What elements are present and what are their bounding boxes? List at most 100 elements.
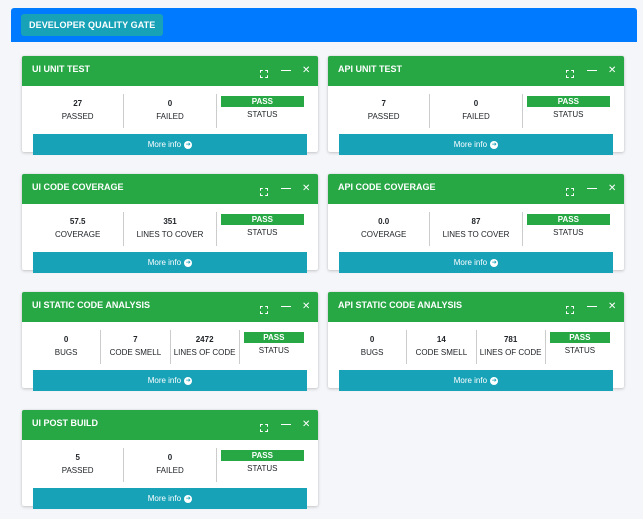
minus-icon[interactable]: — <box>587 300 597 314</box>
card-header: API UNIT TEST — ✕ <box>328 56 624 86</box>
stat-cell: 87 LINES TO COVER <box>430 212 523 246</box>
expand-icon[interactable] <box>566 185 574 193</box>
card-title: UI CODE COVERAGE <box>32 182 124 192</box>
card-title: API UNIT TEST <box>338 64 403 74</box>
stat-value: 351 <box>163 217 177 226</box>
stat-label: FAILED <box>462 112 490 121</box>
card-header: UI STATIC CODE ANALYSIS — ✕ <box>22 292 318 322</box>
expand-icon[interactable] <box>260 185 268 193</box>
more-info-button[interactable]: More info ➜ <box>33 488 307 509</box>
status-label: STATUS <box>247 464 278 473</box>
status-cell: PASS STATUS <box>523 212 614 246</box>
metric-card: UI STATIC CODE ANALYSIS — ✕ 0 BUGS 7 COD… <box>22 292 318 391</box>
status-badge: PASS <box>526 214 610 225</box>
stat-label: PASSED <box>61 112 94 121</box>
stat-value: 5 <box>75 453 80 462</box>
close-icon[interactable]: ✕ <box>302 300 310 314</box>
close-icon[interactable]: ✕ <box>608 64 616 78</box>
metric-card: API CODE COVERAGE — ✕ 0.0 COVERAGE 87 LI… <box>328 174 624 273</box>
status-cell: PASS STATUS <box>217 94 308 128</box>
minus-icon[interactable]: — <box>281 300 291 314</box>
stats-row: 57.5 COVERAGE 351 LINES TO COVER PASS ST… <box>32 212 308 246</box>
stat-value: 57.5 <box>69 217 86 226</box>
card-body: 5 PASSED 0 FAILED PASS STATUS More info … <box>22 440 318 509</box>
status-badge: PASS <box>220 450 304 461</box>
stat-value: 781 <box>503 335 518 344</box>
expand-icon[interactable] <box>566 67 574 75</box>
stat-label: FAILED <box>156 112 184 121</box>
stat-label: CODE SMELL <box>109 348 162 357</box>
card-tools: — ✕ <box>260 182 310 196</box>
arrow-circle-right-icon: ➜ <box>490 376 499 385</box>
stat-value: 0 <box>473 99 479 108</box>
card-tools: — ✕ <box>260 418 310 432</box>
card-body: 7 PASSED 0 FAILED PASS STATUS More info … <box>328 86 624 155</box>
expand-icon[interactable] <box>260 303 268 311</box>
card-body: 27 PASSED 0 FAILED PASS STATUS More info… <box>22 86 318 155</box>
more-info-button[interactable]: More info ➜ <box>339 252 613 273</box>
more-info-label: More info <box>453 140 488 149</box>
status-label: STATUS <box>564 346 596 355</box>
stat-label: BUGS <box>360 348 384 357</box>
expand-icon[interactable] <box>260 67 268 75</box>
more-info-button[interactable]: More info ➜ <box>339 370 613 391</box>
more-info-label: More info <box>453 376 488 385</box>
minus-icon[interactable]: — <box>281 418 291 432</box>
minus-icon[interactable]: — <box>281 64 291 78</box>
close-icon[interactable]: ✕ <box>608 182 616 196</box>
stat-cell: 0.0 COVERAGE <box>338 212 431 246</box>
more-info-button[interactable]: More info ➜ <box>339 134 613 155</box>
more-info-label: More info <box>147 140 182 149</box>
stat-cell: 5 PASSED <box>32 448 125 482</box>
stat-label: LINES OF CODE <box>173 348 236 357</box>
more-info-button[interactable]: More info ➜ <box>33 252 307 273</box>
status-label: STATUS <box>247 110 278 119</box>
stat-value: 0.0 <box>378 217 390 226</box>
close-icon[interactable]: ✕ <box>608 300 616 314</box>
arrow-circle-right-icon: ➜ <box>184 258 193 267</box>
stat-label: COVERAGE <box>54 230 101 239</box>
close-icon[interactable]: ✕ <box>302 182 310 196</box>
minus-icon[interactable]: — <box>587 182 597 196</box>
card-title: UI STATIC CODE ANALYSIS <box>32 300 151 310</box>
header-bar: DEVELOPER QUALITY GATE <box>11 8 637 42</box>
metric-card: UI UNIT TEST — ✕ 27 PASSED 0 FAILED PASS… <box>22 56 318 155</box>
stat-label: LINES OF CODE <box>479 348 542 357</box>
status-badge: PASS <box>220 214 304 225</box>
expand-icon[interactable] <box>260 421 268 429</box>
stat-value: 2472 <box>195 335 214 344</box>
status-badge: PASS <box>549 332 610 343</box>
close-icon[interactable]: ✕ <box>302 64 310 78</box>
stat-value: 0 <box>369 335 375 344</box>
stat-label: PASSED <box>61 466 94 475</box>
stat-value: 0 <box>167 99 173 108</box>
card-title: UI UNIT TEST <box>32 64 90 74</box>
stat-label: PASSED <box>367 112 400 121</box>
stat-value: 87 <box>471 217 481 226</box>
card-header: API CODE COVERAGE — ✕ <box>328 174 624 204</box>
more-info-button[interactable]: More info ➜ <box>33 370 307 391</box>
expand-icon[interactable] <box>566 303 574 311</box>
card-tools: — ✕ <box>260 300 310 314</box>
more-info-button[interactable]: More info ➜ <box>33 134 307 155</box>
stat-cell: 351 LINES TO COVER <box>124 212 217 246</box>
close-icon[interactable]: ✕ <box>302 418 310 432</box>
status-badge: PASS <box>220 96 304 107</box>
card-tools: — ✕ <box>260 64 310 78</box>
minus-icon[interactable]: — <box>281 182 291 196</box>
arrow-circle-right-icon: ➜ <box>184 376 193 385</box>
arrow-circle-right-icon: ➜ <box>184 140 193 149</box>
status-label: STATUS <box>258 346 290 355</box>
stat-cell: 0 FAILED <box>124 94 217 128</box>
stats-row: 7 PASSED 0 FAILED PASS STATUS <box>338 94 614 128</box>
status-label: STATUS <box>553 110 584 119</box>
stat-cell: 0 BUGS <box>32 330 102 364</box>
stat-label: LINES TO COVER <box>136 230 204 239</box>
stat-value: 0 <box>63 335 69 344</box>
stat-label: FAILED <box>156 466 184 475</box>
minus-icon[interactable]: — <box>587 64 597 78</box>
card-tools: — ✕ <box>566 64 616 78</box>
stats-row: 0.0 COVERAGE 87 LINES TO COVER PASS STAT… <box>338 212 614 246</box>
status-cell: PASS STATUS <box>546 330 614 364</box>
quality-gate-title-button[interactable]: DEVELOPER QUALITY GATE <box>21 14 164 36</box>
